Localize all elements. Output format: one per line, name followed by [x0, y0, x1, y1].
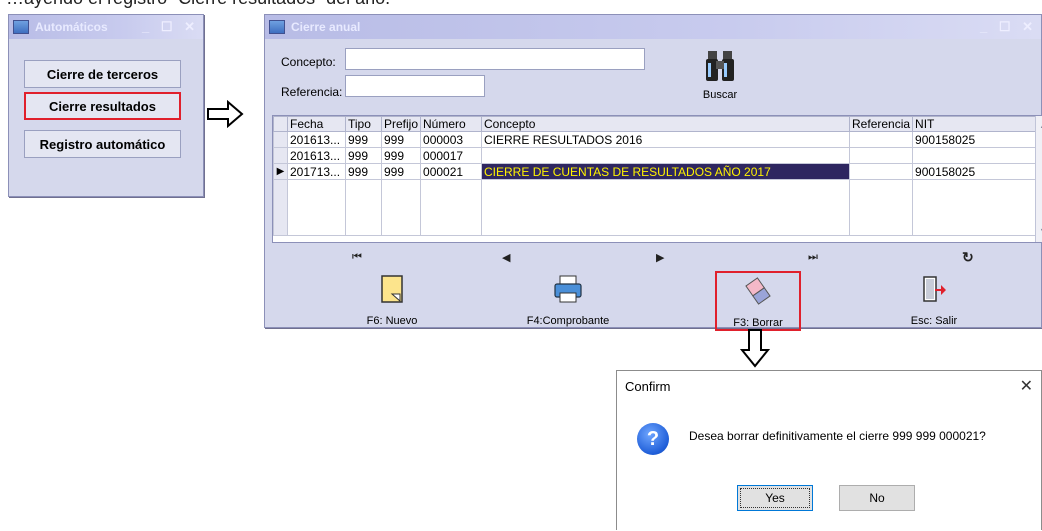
nuevo-label: F6: Nuevo	[367, 315, 418, 327]
question-icon: ?	[637, 423, 669, 455]
cell-nit	[913, 148, 1042, 164]
row-indicator	[274, 148, 288, 164]
row-indicator	[274, 180, 288, 236]
table-row[interactable]: 201613... 999 999 000017	[274, 148, 1042, 164]
last-record-icon[interactable]: ⏭	[808, 251, 818, 264]
eraser-icon	[745, 276, 771, 306]
indicator-header	[274, 117, 288, 132]
cell-tipo: 999	[346, 164, 382, 180]
automaticos-title: Automáticos	[35, 20, 142, 34]
window-controls[interactable]: _ ☐ ✕	[980, 19, 1037, 35]
salir-button[interactable]: Esc: Salir	[894, 271, 974, 331]
records-table: Fecha Tipo Prefijo Número Concepto Refer…	[273, 116, 1042, 236]
automaticos-titlebar[interactable]: Automáticos _ ☐ ✕	[9, 15, 203, 39]
cierre-titlebar[interactable]: Cierre anual _ ☐ ✕	[265, 15, 1041, 39]
binoculars-icon	[704, 49, 736, 83]
concepto-input[interactable]	[345, 48, 645, 70]
arrow-down-icon	[740, 328, 770, 368]
close-icon[interactable]: ✕	[1020, 376, 1033, 396]
nuevo-button[interactable]: F6: Nuevo	[352, 271, 432, 331]
column-header-concepto[interactable]: Concepto	[482, 117, 850, 132]
refresh-icon[interactable]: ↻	[962, 249, 974, 266]
first-record-icon[interactable]: ⏮	[352, 251, 362, 264]
referencia-input[interactable]	[345, 75, 485, 97]
window-controls[interactable]: _ ☐ ✕	[142, 19, 199, 35]
empty-cell	[288, 180, 346, 236]
new-document-icon	[380, 274, 404, 304]
empty-cell	[421, 180, 482, 236]
empty-cell	[382, 180, 421, 236]
cell-numero: 000017	[421, 148, 482, 164]
table-row[interactable]: 201613... 999 999 000003 CIERRE RESULTAD…	[274, 132, 1042, 148]
table-row-selected[interactable]: ▶ 201713... 999 999 000021 CIERRE DE CUE…	[274, 164, 1042, 180]
exit-door-icon	[921, 274, 947, 304]
concepto-label: Concepto:	[281, 55, 336, 69]
cell-prefijo: 999	[382, 148, 421, 164]
registro-automatico-button[interactable]: Registro automático	[24, 130, 181, 158]
cell-nit: 900158025	[913, 132, 1042, 148]
referencia-label: Referencia:	[281, 85, 342, 99]
empty-cell	[850, 180, 913, 236]
next-record-icon[interactable]: ▶	[656, 251, 664, 264]
column-header-fecha[interactable]: Fecha	[288, 117, 346, 132]
column-header-numero[interactable]: Número	[421, 117, 482, 132]
cell-concepto: CIERRE RESULTADOS 2016	[482, 132, 850, 148]
cell-referencia	[850, 132, 913, 148]
cell-referencia	[850, 148, 913, 164]
borrar-button[interactable]: F3: Borrar	[715, 271, 801, 331]
cell-numero: 000003	[421, 132, 482, 148]
caption-cut-text: …ayendo el registro “Cierre resultados” …	[6, 0, 390, 9]
cierre-terceros-button[interactable]: Cierre de terceros	[24, 60, 181, 88]
empty-cell	[482, 180, 850, 236]
header-row: Fecha Tipo Prefijo Número Concepto Refer…	[274, 117, 1042, 132]
cell-concepto	[482, 148, 850, 164]
column-header-referencia[interactable]: Referencia	[850, 117, 913, 132]
row-indicator: ▶	[274, 164, 288, 180]
cell-tipo: 999	[346, 132, 382, 148]
salir-label: Esc: Salir	[911, 315, 957, 327]
cell-tipo: 999	[346, 148, 382, 164]
cierre-anual-window: Cierre anual _ ☐ ✕ Concepto: Referencia:…	[264, 14, 1042, 328]
confirm-message: Desea borrar definitivamente el cierre 9…	[689, 429, 986, 443]
cell-nit: 900158025	[913, 164, 1042, 180]
row-indicator	[274, 132, 288, 148]
table-row-empty	[274, 180, 1042, 236]
comprobante-label: F4:Comprobante	[527, 315, 610, 327]
confirm-titlebar: Confirm ✕	[617, 371, 1041, 401]
automaticos-window: Automáticos _ ☐ ✕ Cierre de terceros Cie…	[8, 14, 204, 197]
records-grid[interactable]: Fecha Tipo Prefijo Número Concepto Refer…	[272, 115, 1042, 243]
cell-fecha: 201613...	[288, 132, 346, 148]
prev-record-icon[interactable]: ◀	[502, 251, 510, 264]
arrow-right-icon	[206, 100, 244, 128]
column-header-nit[interactable]: NIT	[913, 117, 1042, 132]
empty-cell	[913, 180, 1042, 236]
action-toolbar: F6: Nuevo F4:Comprobante	[272, 271, 1042, 331]
buscar-button[interactable]: Buscar	[675, 49, 765, 105]
no-button[interactable]: No	[839, 485, 915, 511]
cell-prefijo: 999	[382, 132, 421, 148]
cell-concepto: CIERRE DE CUENTAS DE RESULTADOS AÑO 2017	[482, 164, 850, 180]
cell-fecha: 201613...	[288, 148, 346, 164]
app-icon	[269, 20, 285, 34]
empty-cell	[346, 180, 382, 236]
buscar-label: Buscar	[675, 89, 765, 101]
comprobante-button[interactable]: F4:Comprobante	[518, 271, 618, 331]
confirm-title: Confirm	[625, 379, 671, 394]
cierre-title: Cierre anual	[291, 20, 980, 34]
confirm-dialog: Confirm ✕ ? Desea borrar definitivamente…	[616, 370, 1042, 530]
column-header-prefijo[interactable]: Prefijo	[382, 117, 421, 132]
yes-button[interactable]: Yes	[737, 485, 813, 511]
printer-icon	[553, 274, 583, 304]
record-navigator: ⏮ ◀ ▶ ⏭ ↻	[272, 247, 1042, 267]
column-header-tipo[interactable]: Tipo	[346, 117, 382, 132]
cell-fecha: 201713...	[288, 164, 346, 180]
cierre-resultados-button[interactable]: Cierre resultados	[24, 92, 181, 120]
cell-numero: 000021	[421, 164, 482, 180]
vertical-scrollbar[interactable]: ▲ ▼	[1035, 116, 1042, 242]
app-icon	[13, 20, 29, 34]
confirm-body	[617, 401, 1041, 531]
cell-referencia	[850, 164, 913, 180]
cell-prefijo: 999	[382, 164, 421, 180]
